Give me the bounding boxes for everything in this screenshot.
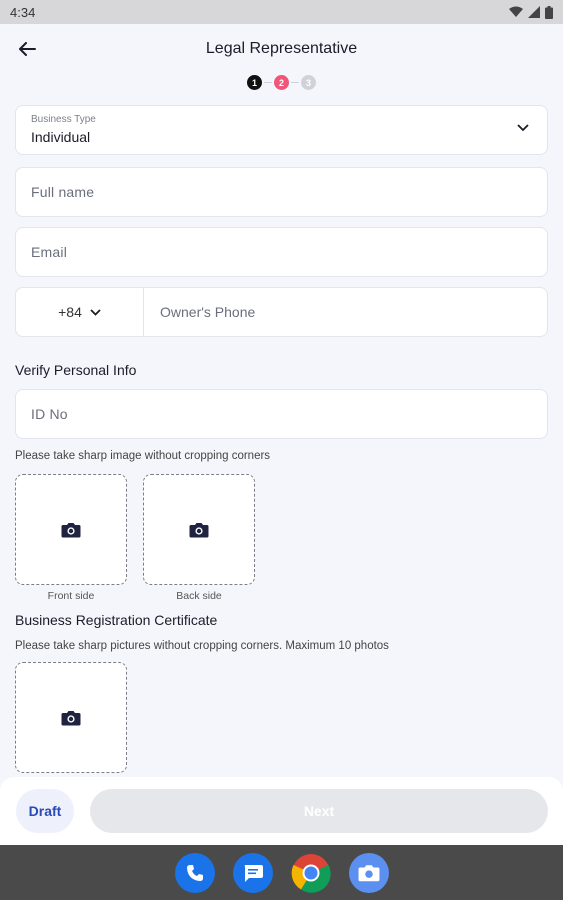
back-side-caption: Back side <box>176 590 222 602</box>
next-button[interactable]: Next <box>90 789 548 833</box>
business-type-label: Business Type <box>31 114 96 125</box>
step-2: 2 <box>274 75 289 90</box>
verify-section-title: Verify Personal Info <box>15 362 137 378</box>
step-3: 3 <box>301 75 316 90</box>
country-code-select[interactable]: +84 <box>16 288 144 336</box>
camera-icon <box>61 710 81 725</box>
back-side-upload[interactable] <box>143 474 255 585</box>
chevron-down-icon <box>517 124 529 132</box>
business-type-select[interactable]: Business Type Individual <box>15 105 548 155</box>
app-dock <box>0 845 563 900</box>
app-bar: Legal Representative <box>0 24 563 74</box>
battery-icon <box>545 5 553 19</box>
camera-icon <box>189 522 209 537</box>
signal-icon <box>528 6 540 18</box>
brc-photo-hint: Please take sharp pictures without cropp… <box>15 640 389 652</box>
country-code-value: +84 <box>58 304 82 320</box>
camera-icon[interactable] <box>348 852 389 893</box>
front-side-caption: Front side <box>47 590 95 602</box>
phone-icon[interactable] <box>174 852 215 893</box>
status-time: 4:34 <box>10 4 36 20</box>
bottom-action-bar: Draft Next <box>0 777 563 845</box>
step-connector <box>264 82 272 83</box>
email-placeholder: Email <box>31 244 68 260</box>
full-name-input[interactable]: Full name <box>15 167 548 217</box>
phone-field: +84 Owner's Phone <box>15 287 548 337</box>
id-photo-hint: Please take sharp image without cropping… <box>15 450 271 462</box>
status-bar: 4:34 <box>0 0 563 24</box>
chevron-down-icon <box>90 308 101 316</box>
stepper: 1 2 3 <box>0 75 563 90</box>
camera-icon <box>61 522 81 537</box>
brc-photo-upload[interactable] <box>15 662 127 773</box>
id-number-input[interactable]: ID No <box>15 389 548 439</box>
full-name-placeholder: Full name <box>31 184 95 200</box>
draft-button[interactable]: Draft <box>16 789 74 833</box>
id-number-placeholder: ID No <box>31 406 68 422</box>
chrome-icon[interactable] <box>291 853 331 893</box>
brc-section-title: Business Registration Certificate <box>15 612 218 628</box>
messages-icon[interactable] <box>232 852 273 893</box>
step-connector <box>291 82 299 83</box>
phone-input[interactable]: Owner's Phone <box>160 304 255 320</box>
step-1: 1 <box>247 75 262 90</box>
wifi-icon <box>509 6 523 17</box>
business-type-value: Individual <box>31 129 91 145</box>
status-icons <box>509 5 553 19</box>
page-title: Legal Representative <box>205 40 358 57</box>
front-side-upload[interactable] <box>15 474 127 585</box>
email-input[interactable]: Email <box>15 227 548 277</box>
